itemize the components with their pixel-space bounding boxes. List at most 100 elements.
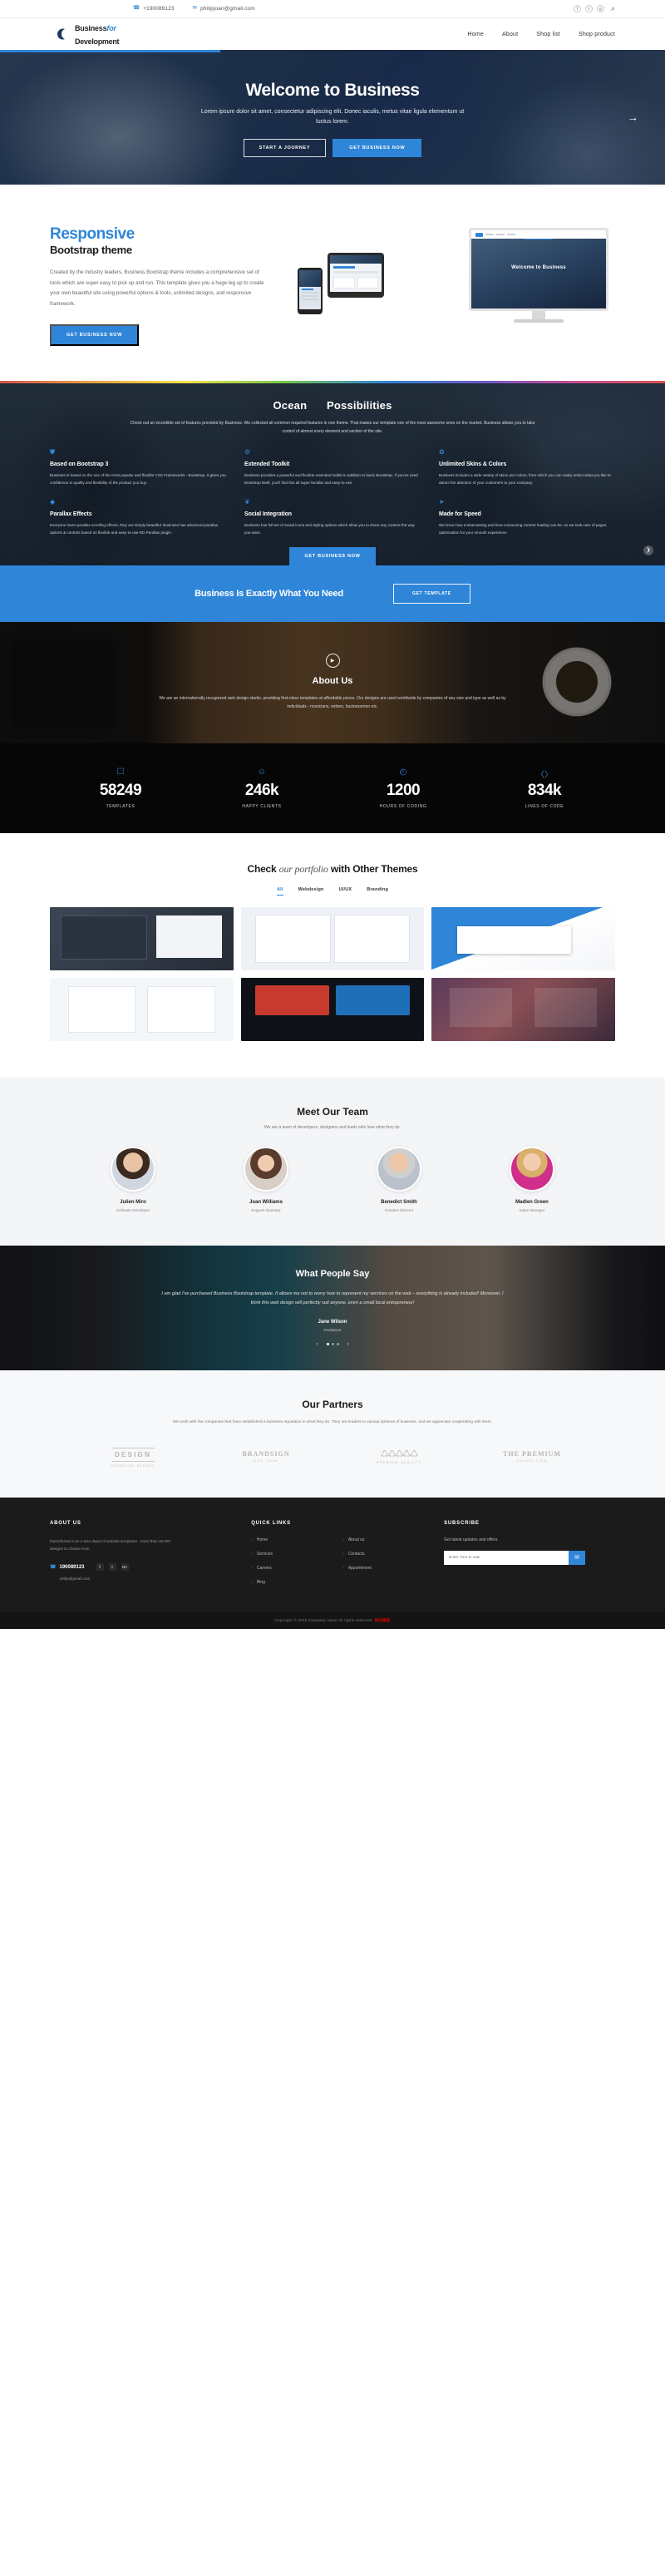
chevron-right-icon: › <box>342 1551 344 1557</box>
responsive-cta-button[interactable]: GET BUSINESS NOW <box>50 323 140 346</box>
features-title-a: Ocean <box>273 398 308 412</box>
features-title-b: Possibilities <box>327 398 392 412</box>
feature-title: Parallax Effects <box>50 511 92 518</box>
portfolio-title: Check our portfolio with Other Themes <box>0 863 665 876</box>
start-journey-button[interactable]: START A JOURNEY <box>243 139 327 158</box>
twitter-icon[interactable]: t <box>584 5 593 12</box>
google-plus-icon[interactable]: G+ <box>121 1563 129 1572</box>
feature-card: ◆ Parallax Effects Everyone loves parall… <box>50 498 226 536</box>
footer-link-careers[interactable]: › Careers <box>251 1566 331 1571</box>
footer-quicklinks-column: QUICK LINKS › Home › Services › Careers … <box>251 1521 422 1594</box>
avatar <box>244 1146 288 1192</box>
footer-link-services[interactable]: › Services <box>251 1552 331 1557</box>
brand-logo[interactable]: Businessfor Development <box>50 21 120 47</box>
portfolio-grid <box>50 906 615 1041</box>
carousel-dot[interactable] <box>336 1343 339 1346</box>
get-template-button[interactable]: GET TEMPLATE <box>392 583 470 604</box>
tab-branding[interactable]: Branding <box>367 887 388 896</box>
brand-italic: for <box>106 24 116 32</box>
feature-card: ❦ Social Integration Business has full s… <box>244 498 421 536</box>
counter-value: 58249 <box>99 781 142 799</box>
tab-all[interactable]: All <box>276 887 283 896</box>
envelope-icon: ✉ <box>192 5 198 12</box>
facebook-icon[interactable]: f <box>573 5 581 12</box>
partners-title: Our Partners <box>302 1398 363 1410</box>
testimonial-role: Freelancer <box>323 1327 342 1332</box>
topbar-phone[interactable]: ☎ +190089123 <box>133 6 175 12</box>
features-cta-button[interactable]: GET BUSINESS NOW <box>289 546 376 565</box>
chevron-right-icon: › <box>251 1565 253 1571</box>
topbar-phone-text: +190089123 <box>143 6 175 12</box>
avatar <box>377 1146 421 1192</box>
partner-logo[interactable]: DESIGN CREATIVE STUDIO <box>66 1445 200 1468</box>
partners-subtitle: We work with the companies that have est… <box>172 1419 493 1424</box>
member-name: Julien Miro <box>120 1199 146 1205</box>
footer-link-label: Home <box>256 1537 268 1542</box>
portfolio-item[interactable] <box>240 906 425 970</box>
carousel-dots <box>326 1343 339 1346</box>
footer-link-label: Appointment <box>347 1565 372 1571</box>
top-contact-bar: ☎ +190089123 ✉ philipjoan@gmail.com f t … <box>0 0 665 18</box>
team-member[interactable]: Joan Williams Support Operator <box>200 1146 332 1212</box>
scroll-next-icon[interactable]: ❯ <box>643 545 653 555</box>
footer-link-blog[interactable]: › Blog <box>251 1580 331 1585</box>
nav-item-home[interactable]: Home <box>468 32 484 37</box>
hero-title: Welcome to Business <box>245 80 420 100</box>
hero-section: Welcome to Business Lorem ipsum dolor si… <box>0 50 665 185</box>
carousel-next-arrow-icon[interactable]: → <box>628 111 638 124</box>
portfolio-item[interactable] <box>431 977 615 1041</box>
counter-label: LINES OF CODE <box>525 803 564 809</box>
footer-link-label: Careers <box>256 1565 272 1571</box>
responsive-title-sub: Bootstrap theme <box>50 243 132 256</box>
partner-logo[interactable]: ♺♺♺♺♺ PREMIUM QUALITY <box>332 1448 466 1464</box>
feature-text: Everyone loves parallax scrolling effect… <box>50 523 219 535</box>
search-icon[interactable]: ⌕ <box>611 4 615 13</box>
footer-link-appointment[interactable]: › Appointment <box>342 1566 422 1571</box>
twitter-icon[interactable]: t <box>108 1563 116 1572</box>
member-name: Madlen Green <box>515 1199 549 1205</box>
footer-phone[interactable]: ☎ 190089123 <box>50 1564 85 1571</box>
get-business-now-button[interactable]: GET BUSINESS NOW <box>332 139 422 158</box>
counters-section: ☐ 58249 TEMPLATES ☺ 246k HAPPY CLIENTS ◴… <box>0 743 665 833</box>
carousel-dot[interactable] <box>326 1343 329 1346</box>
team-member[interactable]: Benedict Smith Creative Director <box>332 1146 466 1212</box>
copyright-mark: 网站模板 <box>374 1617 391 1622</box>
footer-email[interactable]: philip@gmail.com <box>60 1577 229 1581</box>
portfolio-item[interactable] <box>50 906 234 970</box>
play-icon[interactable]: ▶ <box>325 653 340 668</box>
topbar-email[interactable]: ✉ philipjoan@gmail.com <box>193 6 255 12</box>
prev-arrow-icon[interactable]: ‹ <box>317 1342 318 1347</box>
team-member[interactable]: Madlen Green Sales Manager <box>466 1146 598 1212</box>
partner-sub: COLLECTION <box>516 1458 548 1463</box>
portfolio-item[interactable] <box>50 977 234 1041</box>
tab-webdesign[interactable]: Webdesign <box>298 887 324 896</box>
tab-uiux[interactable]: UI/UX <box>339 887 352 896</box>
nav-item-about[interactable]: About <box>502 32 518 37</box>
partner-logo[interactable]: THE PREMIUM COLLECTION <box>466 1450 598 1463</box>
member-role: Creative Director <box>384 1207 414 1212</box>
footer-phone-text: 190089123 <box>59 1564 85 1570</box>
counter-label: HAPPY CLIENTS <box>242 803 282 809</box>
email-input[interactable] <box>444 1550 569 1565</box>
footer-link-label: Contacts <box>347 1551 365 1557</box>
nav-item-shop-product[interactable]: Shop product <box>579 32 615 37</box>
footer-link-home[interactable]: › Home <box>251 1537 331 1542</box>
subscribe-submit-button[interactable]: ✉ <box>569 1550 586 1565</box>
carousel-dot[interactable] <box>331 1343 334 1346</box>
footer-link-contacts[interactable]: › Contacts <box>342 1552 422 1557</box>
phone-icon: ☎ <box>50 1565 57 1571</box>
mockup-logo-icon <box>475 232 483 237</box>
google-plus-icon[interactable]: g <box>596 5 604 12</box>
portfolio-item[interactable] <box>431 906 615 970</box>
nav-item-shop-list[interactable]: Shop list <box>536 32 560 37</box>
partners-logos: DESIGN CREATIVE STUDIO BRANDSIGN EST. 19… <box>66 1445 598 1468</box>
footer-link-about-us[interactable]: › About us <box>342 1537 422 1542</box>
next-arrow-icon[interactable]: › <box>347 1342 349 1347</box>
team-member[interactable]: Julien Miro Software Developer <box>66 1146 200 1212</box>
partner-logo[interactable]: BRANDSIGN EST. 1998 <box>200 1450 332 1463</box>
portfolio-item[interactable] <box>240 977 425 1041</box>
footer-socials: f t G+ <box>96 1563 129 1572</box>
hero-subtitle: Lorem ipsum dolor sit amet, consectetur … <box>200 108 465 125</box>
team-grid: Julien Miro Software Developer Joan Will… <box>66 1146 598 1212</box>
facebook-icon[interactable]: f <box>96 1563 104 1572</box>
